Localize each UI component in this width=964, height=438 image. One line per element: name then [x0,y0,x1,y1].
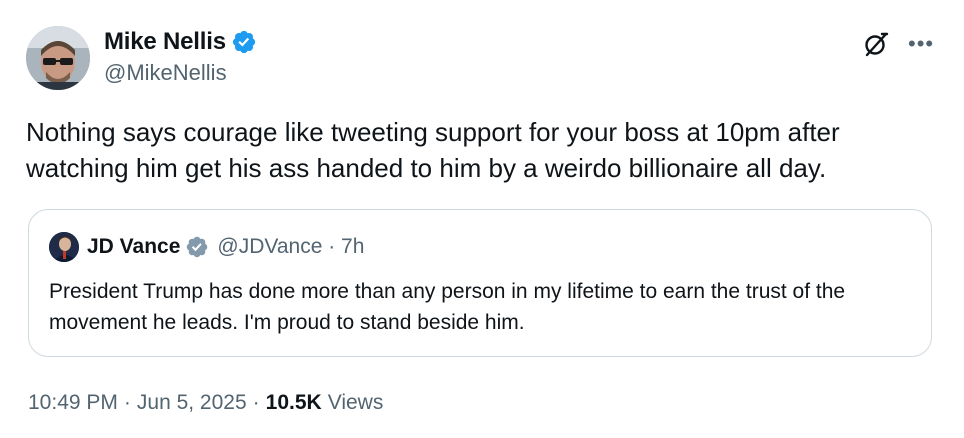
verified-badge-icon[interactable] [231,29,257,55]
quoted-author-avatar[interactable] [49,232,79,262]
author-name-row: Mike Nellis [104,28,257,56]
author-avatar-image [26,26,90,90]
quoted-tweet-text: President Trump has done more than any p… [49,280,846,334]
tweet-meta: 10:49 PM · Jun 5, 2025 · 10.5K Views [28,389,383,417]
tweet-text: Nothing says courage like tweeting suppo… [26,117,840,183]
grok-icon[interactable] [862,30,890,58]
meta-separator: · [123,391,131,414]
views-label: Views [327,391,384,414]
tweet-actions-top: ••• [862,30,934,58]
more-options-icon[interactable]: ••• [908,31,934,57]
tweet: Mike Nellis @MikeNellis ••• Nothing says… [0,0,964,438]
author-block: Mike Nellis @MikeNellis [104,28,257,86]
views-count[interactable]: 10.5K [266,391,322,415]
author-handle[interactable]: @MikeNellis [104,60,257,86]
quoted-tweet[interactable]: JD Vance @JDVance · 7h President Trump h… [28,209,932,357]
government-verified-badge-icon[interactable] [185,235,209,259]
meta-separator: · [252,391,260,414]
quoted-tweet-header: JD Vance @JDVance · 7h [49,232,364,262]
quoted-author-name[interactable]: JD Vance [87,235,180,259]
quoted-handle-time[interactable]: @JDVance · 7h [217,235,364,259]
quoted-author-avatar-image [49,232,79,262]
tweet-time[interactable]: 10:49 PM [28,391,118,415]
author-avatar[interactable] [26,26,90,90]
tweet-date[interactable]: Jun 5, 2025 [137,391,247,415]
author-name[interactable]: Mike Nellis [104,28,226,56]
